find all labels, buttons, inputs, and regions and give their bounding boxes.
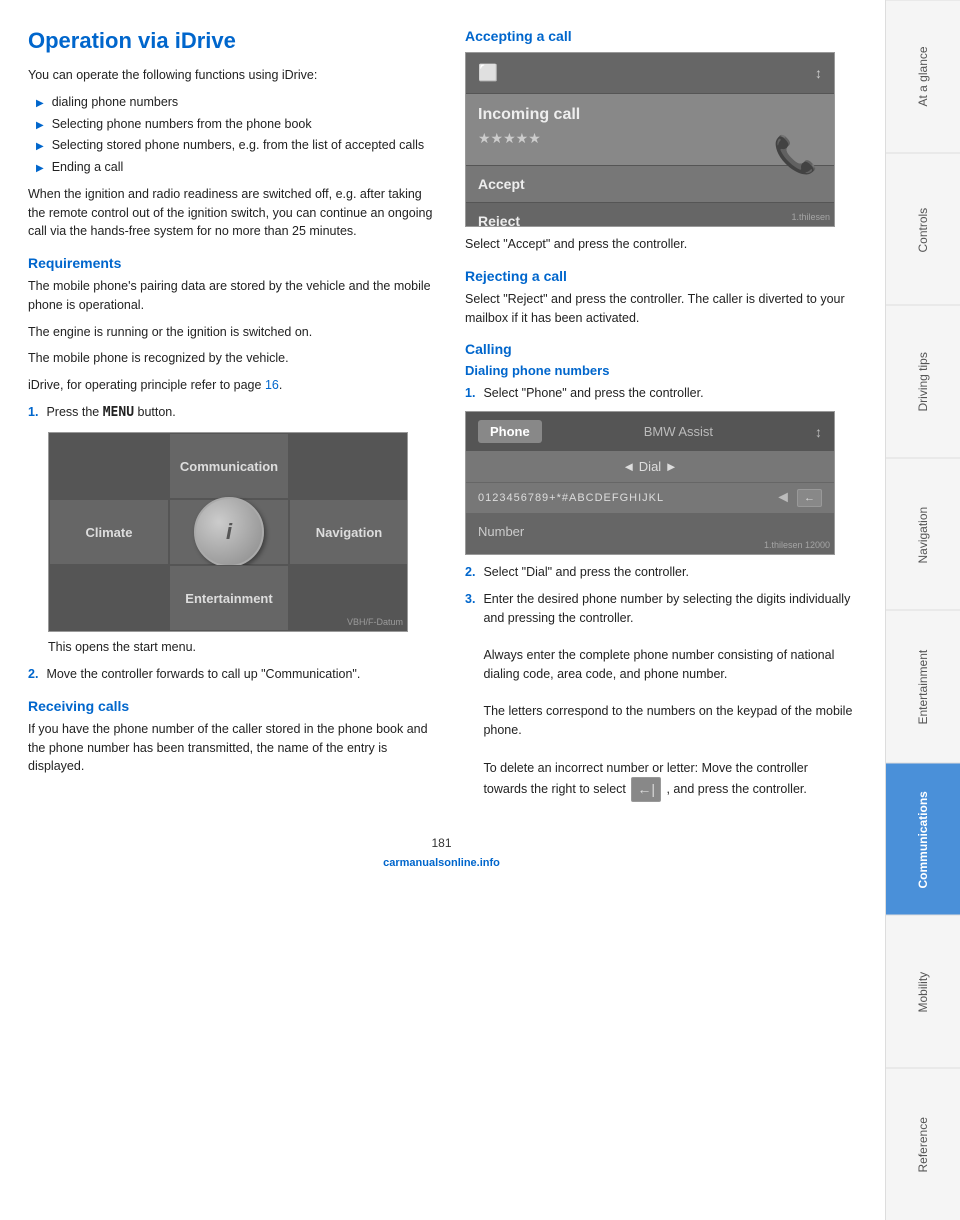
tab-driving-tips[interactable]: Driving tips: [886, 305, 960, 458]
ignition-note: When the ignition and radio readiness ar…: [28, 185, 441, 241]
bullet-arrow-icon: ▶: [36, 96, 44, 111]
page-number: 181: [431, 836, 451, 850]
receiving-calls-heading: Receiving calls: [28, 698, 441, 714]
watermark-phone: 1.thilesen 12000: [764, 540, 830, 550]
tab-entertainment[interactable]: Entertainment: [886, 610, 960, 763]
rejecting-call-heading: Rejecting a call: [465, 268, 855, 284]
dialing-heading: Dialing phone numbers: [465, 363, 855, 378]
tab-mobility[interactable]: Mobility: [886, 915, 960, 1068]
req-p1: The mobile phone's pairing data are stor…: [28, 277, 441, 315]
left-column: Operation via iDrive You can operate the…: [28, 28, 441, 810]
menu-navigation: Navigation: [289, 499, 408, 565]
menu-empty-top-left: [49, 433, 169, 499]
menu-communication: Communication: [169, 433, 289, 499]
backspace-symbol: ←|: [631, 777, 661, 802]
bullet-arrow-icon: ▶: [36, 118, 44, 133]
dial-step-2: 2. Select "Dial" and press the controlle…: [465, 563, 855, 582]
menu-climate: Climate: [49, 499, 169, 565]
step-1: 1. Press the MENU button.: [28, 403, 441, 423]
list-item: ▶ Selecting stored phone numbers, e.g. f…: [36, 136, 441, 155]
keypad-row: 0123456789+*#ABCDEFGHIJKL ◄ ←: [466, 483, 834, 514]
menu-entertainment: Entertainment: [169, 565, 289, 631]
menu-icon: ↕: [815, 424, 822, 440]
receiving-calls-text: If you have the phone number of the call…: [28, 720, 441, 776]
requirements-heading: Requirements: [28, 255, 441, 271]
call-corner-icon: ↕: [815, 65, 822, 81]
menu-empty-bottom-left: [49, 565, 169, 631]
bullet-arrow-icon: ▶: [36, 161, 44, 176]
dial-step-1: 1. Select "Phone" and press the controll…: [465, 384, 855, 403]
menu-empty-top-right: [289, 433, 408, 499]
feature-list: ▶ dialing phone numbers ▶ Selecting phon…: [36, 93, 441, 177]
call-stars: ★★★★★: [478, 124, 822, 153]
step-2: 2. Move the controller forwards to call …: [28, 665, 441, 684]
req-p4: iDrive, for operating principle refer to…: [28, 376, 441, 395]
main-content: Operation via iDrive You can operate the…: [0, 0, 885, 1220]
accepting-call-heading: Accepting a call: [465, 28, 855, 44]
tab-controls[interactable]: Controls: [886, 153, 960, 306]
idrive-knob: i: [194, 497, 264, 567]
req-p3: The mobile phone is recognized by the ve…: [28, 349, 441, 368]
right-column: Accepting a call ⬜ ↕ Incoming call ★★★★★…: [465, 28, 855, 810]
phone-icon: 📞: [773, 134, 818, 176]
call-body: Incoming call ★★★★★ 📞: [466, 94, 834, 165]
incoming-call-label: Incoming call: [478, 106, 822, 124]
call-header: ⬜ ↕: [466, 53, 834, 94]
step1-caption: This opens the start menu.: [48, 638, 441, 657]
phone-menu-header: Phone BMW Assist ↕: [466, 412, 834, 451]
intro-text: You can operate the following functions …: [28, 66, 441, 85]
menu-center: i: [169, 499, 289, 565]
rejecting-call-text: Select "Reject" and press the controller…: [465, 290, 855, 328]
bullet-arrow-icon: ▶: [36, 139, 44, 154]
incoming-call-image: ⬜ ↕ Incoming call ★★★★★ 📞 Accept Reject …: [465, 52, 835, 227]
phone-menu-image: Phone BMW Assist ↕ ◄ Dial ► 0123456789+*…: [465, 411, 835, 555]
list-item: ▶ Selecting phone numbers from the phone…: [36, 115, 441, 134]
page-footer: 181: [28, 820, 855, 850]
left-arrow-icon: ◄: [775, 489, 791, 507]
phone-tab[interactable]: Phone: [478, 420, 542, 443]
sidebar-tabs: At a glance Controls Driving tips Naviga…: [885, 0, 960, 1220]
calling-heading: Calling: [465, 341, 855, 357]
footer-logo-area: carmanualsonline.info: [28, 854, 855, 869]
backspace-icon: ←: [797, 489, 822, 507]
req-p2: The engine is running or the ignition is…: [28, 323, 441, 342]
footer-logo: carmanualsonline.info: [383, 857, 500, 869]
tab-reference[interactable]: Reference: [886, 1068, 960, 1220]
tab-at-a-glance[interactable]: At a glance: [886, 0, 960, 153]
tab-communications[interactable]: Communications: [886, 763, 960, 916]
tab-navigation[interactable]: Navigation: [886, 458, 960, 611]
dial-row: ◄ Dial ►: [466, 451, 834, 483]
accept-instruction: Select "Accept" and press the controller…: [465, 235, 855, 254]
list-item: ▶ dialing phone numbers: [36, 93, 441, 112]
dial-step-3: 3. Enter the desired phone number by sel…: [465, 590, 855, 803]
watermark: VBH/F-Datum: [347, 617, 403, 627]
watermark-right: 1.thilesen: [791, 212, 830, 222]
reject-button[interactable]: Reject: [466, 202, 834, 227]
page-title: Operation via iDrive: [28, 28, 441, 54]
bmw-assist-tab[interactable]: BMW Assist: [632, 420, 725, 443]
idrive-menu-image: Communication Climate i Navigation Enter…: [48, 432, 408, 632]
list-item: ▶ Ending a call: [36, 158, 441, 177]
call-window-icon: ⬜: [478, 63, 498, 83]
